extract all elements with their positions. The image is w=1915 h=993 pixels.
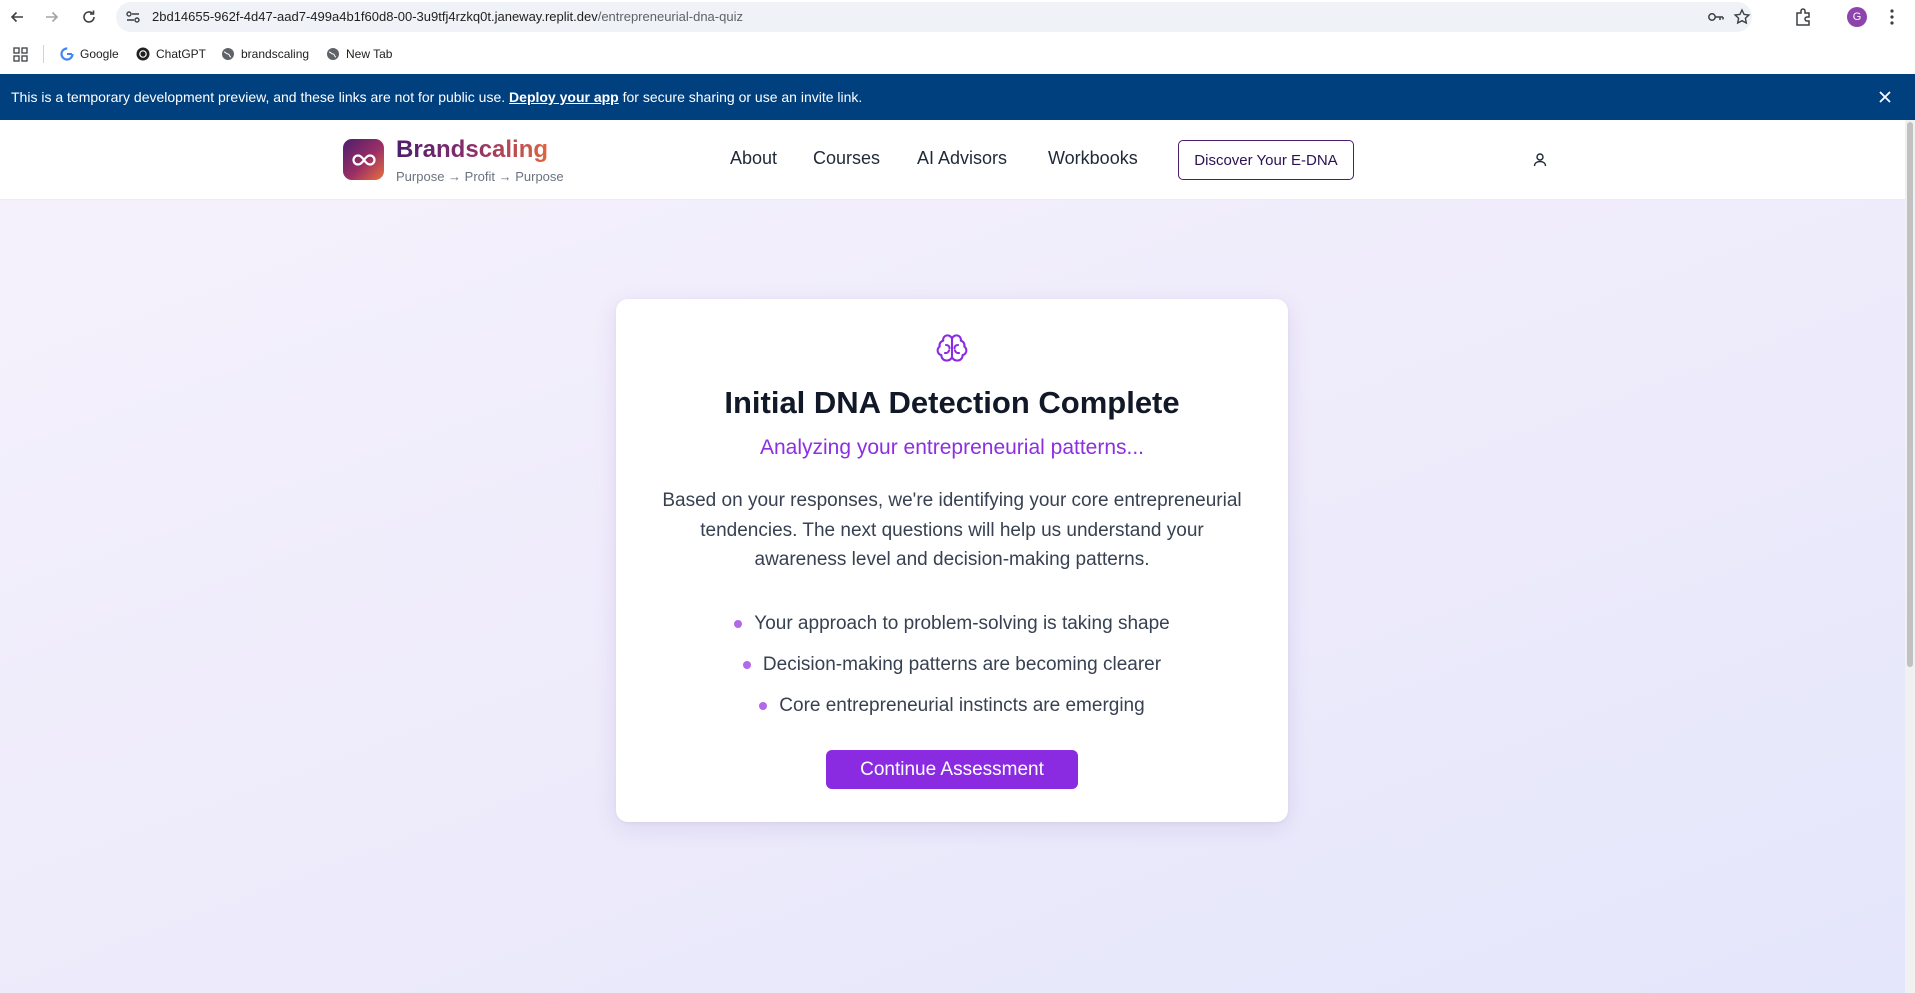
google-icon: [60, 47, 74, 61]
back-button[interactable]: [5, 5, 29, 29]
continue-assessment-button[interactable]: Continue Assessment: [826, 750, 1078, 789]
results-card: Initial DNA Detection Complete Analyzing…: [616, 299, 1288, 822]
bookmark-chatgpt[interactable]: ChatGPT: [136, 44, 206, 64]
reload-button[interactable]: [77, 5, 101, 29]
bookmarks-divider: [43, 45, 44, 63]
reload-icon: [83, 10, 95, 23]
brand-name[interactable]: Brandscaling: [396, 136, 548, 164]
address-bar[interactable]: 2bd14655-962f-4d47-aad7-499a4b1f60d8-00-…: [116, 2, 1752, 32]
list-item: Your approach to problem-solving is taki…: [616, 603, 1288, 644]
bookmark-brandscaling[interactable]: brandscaling: [221, 44, 309, 64]
nav-courses[interactable]: Courses: [813, 148, 880, 169]
banner-message: This is a temporary development preview,…: [11, 89, 863, 105]
site-header: Brandscaling Purpose → Profit → Purpose …: [0, 120, 1905, 200]
forward-button[interactable]: [40, 5, 64, 29]
user-icon[interactable]: [1530, 150, 1550, 170]
nav-workbooks[interactable]: Workbooks: [1048, 148, 1138, 169]
arrow-right-icon: [46, 11, 59, 23]
password-key-icon[interactable]: [1707, 8, 1725, 26]
discover-edna-button[interactable]: Discover Your E-DNA: [1178, 140, 1354, 180]
url-text: 2bd14655-962f-4d47-aad7-499a4b1f60d8-00-…: [152, 9, 743, 24]
site-settings-icon[interactable]: [125, 9, 141, 25]
dev-preview-banner: This is a temporary development preview,…: [0, 74, 1915, 120]
browser-toolbar: 2bd14655-962f-4d47-aad7-499a4b1f60d8-00-…: [0, 0, 1915, 34]
brain-icon: [936, 334, 968, 362]
chatgpt-icon: [136, 47, 150, 61]
extensions-icon[interactable]: [1793, 7, 1813, 27]
nav-about[interactable]: About: [730, 148, 777, 169]
bookmark-new-tab[interactable]: New Tab: [326, 44, 392, 64]
card-description: Based on your responses, we're identifyi…: [662, 490, 1242, 570]
globe-icon: [327, 48, 339, 60]
bullet-icon: [759, 701, 768, 710]
bookmarks-bar: Google ChatGPT brandscaling New Tab: [0, 34, 1915, 74]
insights-list: Your approach to problem-solving is taki…: [616, 603, 1288, 726]
brand-tagline: Purpose → Profit → Purpose: [396, 169, 564, 184]
more-menu-icon[interactable]: [1882, 7, 1902, 27]
infinity-icon: [351, 153, 376, 166]
arrow-left-icon: [10, 11, 23, 23]
bookmark-google[interactable]: Google: [60, 44, 119, 64]
globe-icon: [222, 48, 234, 60]
apps-grid-icon[interactable]: [13, 47, 28, 62]
list-item: Decision-making patterns are becoming cl…: [616, 644, 1288, 685]
card-subtitle: Analyzing your entrepreneurial patterns.…: [759, 436, 1145, 459]
logo[interactable]: [343, 139, 384, 180]
bookmark-star-icon[interactable]: [1733, 8, 1751, 26]
bullet-icon: [742, 660, 751, 669]
profile-avatar[interactable]: G: [1847, 7, 1867, 27]
list-item: Core entrepreneurial instincts are emerg…: [616, 685, 1288, 726]
deploy-app-link[interactable]: Deploy your app: [509, 89, 619, 105]
scrollbar-thumb[interactable]: [1907, 122, 1913, 667]
bullet-icon: [734, 619, 743, 628]
nav-ai-advisors[interactable]: AI Advisors: [917, 148, 1007, 169]
card-title: Initial DNA Detection Complete: [724, 385, 1180, 420]
close-icon[interactable]: [1876, 88, 1894, 106]
